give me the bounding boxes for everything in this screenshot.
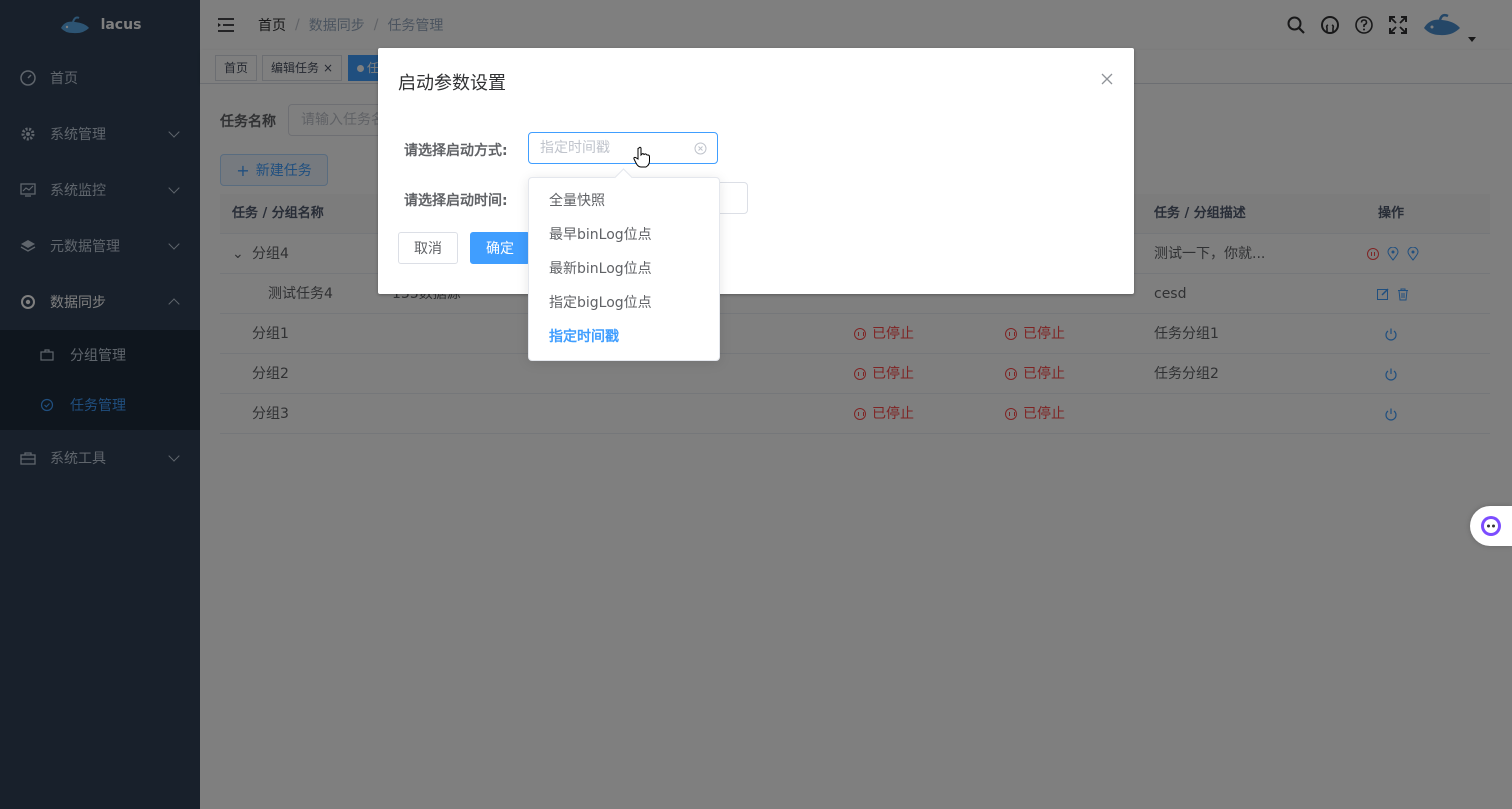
start-mode-placeholder: 指定时间戳: [540, 140, 610, 156]
confirm-button[interactable]: 确定: [470, 232, 530, 264]
clear-circle-icon[interactable]: [694, 142, 707, 155]
start-params-dialog: 启动参数设置 请选择启动方式: 指定时间戳 请选择启动时间: 取消 确定: [378, 48, 1134, 294]
start-mode-label: 请选择启动方式:: [404, 143, 508, 159]
hand-cursor-icon: [633, 146, 650, 168]
option-latest-binlog[interactable]: 最新binLog位点: [529, 252, 719, 286]
start-mode-dropdown: 全量快照 最早binLog位点 最新binLog位点 指定bigLog位点 指定…: [528, 177, 720, 361]
dialog-title: 启动参数设置: [398, 73, 506, 94]
option-earliest-binlog[interactable]: 最早binLog位点: [529, 218, 719, 252]
option-specified-biglog[interactable]: 指定bigLog位点: [529, 286, 719, 320]
robot-icon: [1481, 516, 1501, 536]
start-mode-select[interactable]: 指定时间戳: [528, 132, 718, 164]
start-time-label: 请选择启动时间:: [404, 193, 508, 209]
assistant-bot-button[interactable]: [1470, 506, 1512, 546]
option-specified-timestamp[interactable]: 指定时间戳: [529, 320, 719, 354]
cancel-button[interactable]: 取消: [398, 232, 458, 264]
close-icon[interactable]: [1100, 72, 1114, 86]
option-full-snapshot[interactable]: 全量快照: [529, 184, 719, 218]
